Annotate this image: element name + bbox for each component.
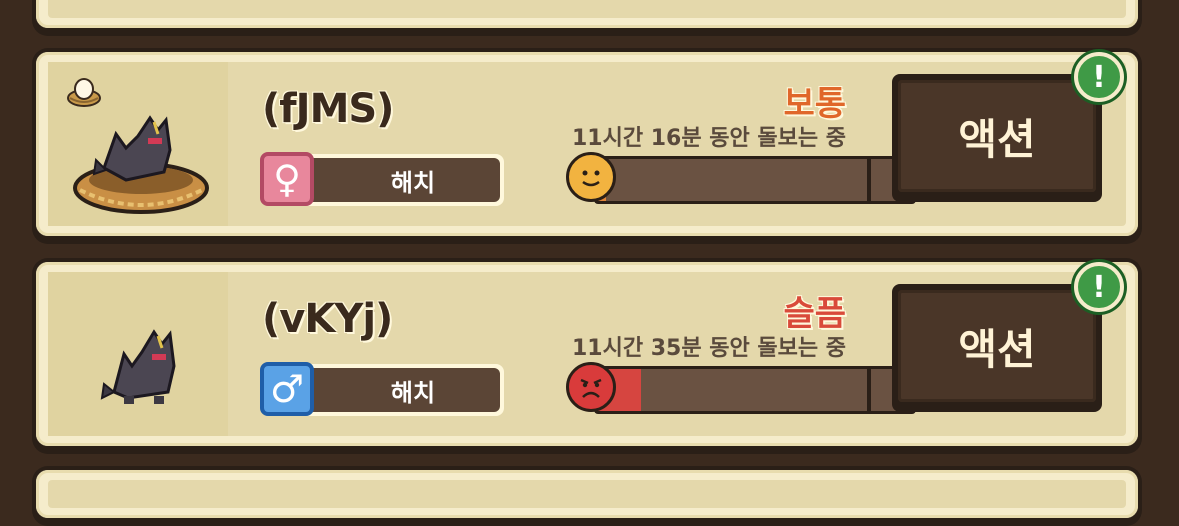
pet-card: (fJMS) ♀ 해치 보통 11시간 16분 동안 돌보는 중 액션 !	[32, 48, 1142, 244]
pet-name: (fJMS)	[262, 86, 394, 132]
hatch-label: 해치	[390, 378, 436, 407]
pet-portrait	[48, 62, 228, 226]
action-button[interactable]: 액션 !	[892, 262, 1124, 412]
pet-card-partial-bottom	[32, 466, 1142, 526]
pet-sprite	[73, 115, 209, 214]
hatch-status-bar: ♂ 해치	[260, 362, 504, 416]
pet-name: (vKYj)	[262, 296, 393, 342]
pet-card-panel: (vKYj) ♂ 해치 슬픔 11시간 35분 동안 돌보는 중 액션 !	[48, 262, 1126, 436]
alert-icon: !	[1074, 52, 1124, 102]
pet-sprite	[100, 329, 176, 404]
action-button-label: 액션	[898, 80, 1096, 192]
alert-icon: !	[1074, 262, 1124, 312]
mood-label: 보통	[783, 84, 846, 124]
neutral-face-icon	[566, 152, 616, 202]
action-button-label: 액션	[898, 290, 1096, 402]
hatch-status-bar: ♀ 해치	[260, 152, 504, 206]
mood-bar	[566, 362, 916, 414]
care-duration-text: 11시간 16분 동안 돌보는 중	[571, 126, 846, 151]
female-icon: ♀	[260, 152, 314, 206]
care-duration-text: 11시간 35분 동안 돌보는 중	[571, 336, 846, 361]
mood-bar	[566, 152, 916, 204]
action-button[interactable]: 액션 !	[892, 52, 1124, 202]
pet-card-partial-top	[32, 0, 1142, 36]
sad-face-icon	[566, 362, 616, 412]
hatch-label: 해치	[390, 168, 436, 197]
pet-portrait	[48, 272, 228, 436]
pet-card-panel: (fJMS) ♀ 해치 보통 11시간 16분 동안 돌보는 중 액션 !	[48, 52, 1126, 226]
pet-card: (vKYj) ♂ 해치 슬픔 11시간 35분 동안 돌보는 중 액션 !	[32, 258, 1142, 454]
male-icon: ♂	[260, 362, 314, 416]
mood-label: 슬픔	[783, 294, 846, 334]
